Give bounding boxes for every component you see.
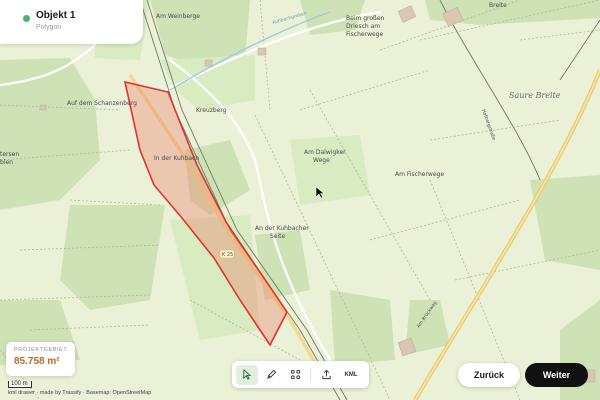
nodes-icon [290,369,300,380]
object-title: Objekt 1 [36,10,76,21]
label-saure-breite: Saure Breite [509,91,561,100]
label-kreuzberg: Kreuzberg [196,107,227,114]
label-k25: K 25 [222,252,233,258]
project-area-value: 85.758 m² [14,356,60,367]
upload-icon [321,369,331,380]
label-beim-grossen-1: Beim großen [346,15,385,22]
object-type: Polygon [36,24,62,31]
label-an-der-kuhbacher-1: An der Kuhbacher [255,225,309,232]
label-an-der-kuhbacher-2: Seite [270,233,286,240]
label-auf-dem-schanzenberg: Auf dem Schanzenberg [67,100,137,107]
label-left-edge-1: tersen [0,151,19,158]
map-canvas[interactable]: Am Weinberge Beim großen Driesch am Fisc… [0,0,600,400]
select-icon [242,369,251,380]
draw-icon [266,369,276,379]
back-button[interactable]: Zurück [458,363,520,387]
select-tool-button[interactable] [236,364,258,385]
label-beim-grossen-2: Driesch am [346,23,380,30]
label-in-der-kuhbach: In der Kuhbach [154,155,199,162]
project-area-label: PROJEKTGEBIET [14,347,68,353]
label-am-dalwigker-1: Am Dalwigker [304,149,346,156]
label-am-weinberge: Am Weinberge [156,13,200,20]
label-breite: Breite [489,2,507,9]
map-attribution[interactable]: kml drawer · made by Trassify · Basemap:… [8,390,151,396]
label-left-edge-2: blen [0,159,13,166]
status-dot-icon [23,15,30,22]
object-card[interactable]: Objekt 1 Polygon [0,0,143,44]
kml-export-button[interactable]: KML [339,365,363,385]
project-area-card: PROJEKTGEBIET 85.758 m² [6,342,75,376]
scale-bar: 100 m [8,381,32,388]
label-am-fischerwege: Am Fischerwege [395,171,444,178]
next-button[interactable]: Weiter [525,363,588,387]
toolbar-divider [310,367,311,382]
label-am-dalwigker-2: Wege [313,157,330,164]
draw-tool-button[interactable] [260,365,282,385]
label-beim-grossen-3: Fischerwege [346,31,383,38]
drawing-toolbar: KML [232,361,369,388]
upload-button[interactable] [315,365,337,385]
nodes-tool-button[interactable] [284,365,306,385]
